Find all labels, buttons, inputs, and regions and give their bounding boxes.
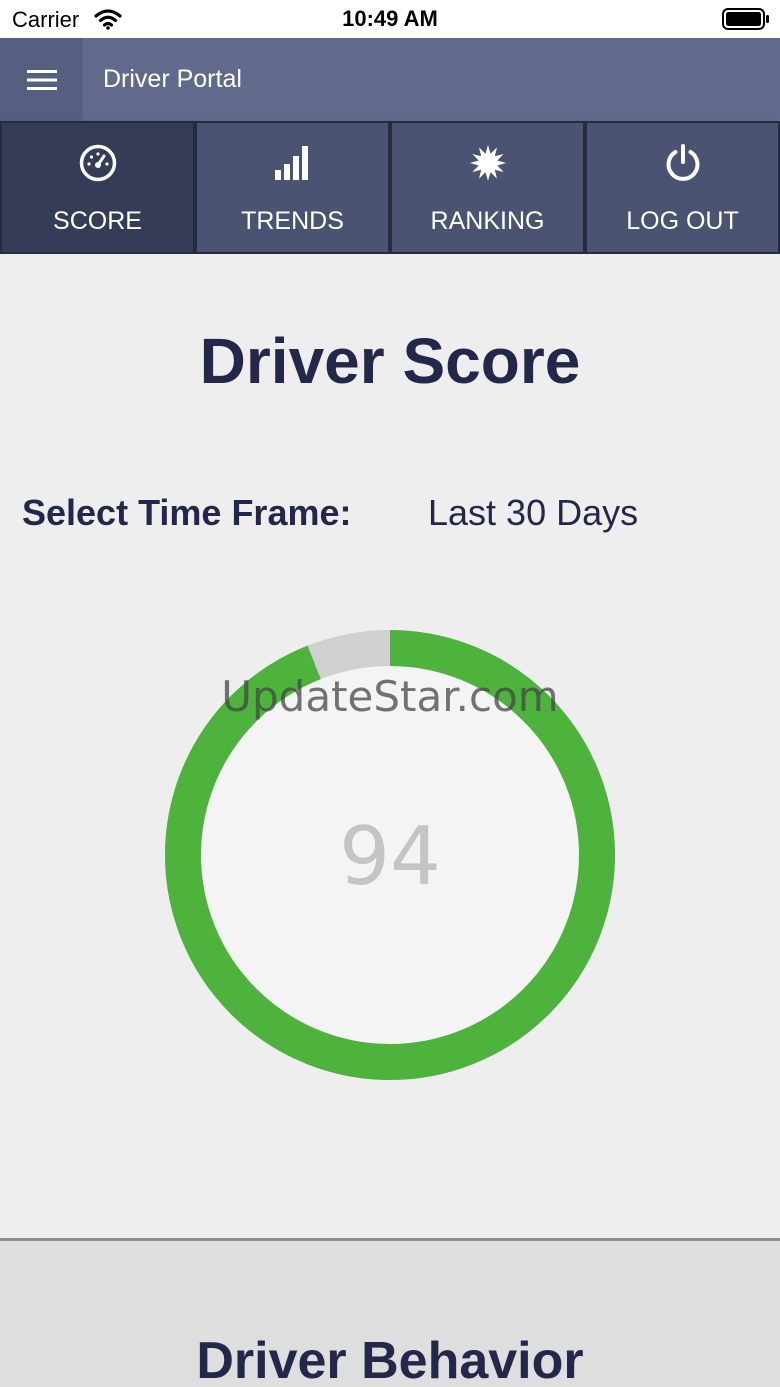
clock: 10:49 AM <box>342 6 438 31</box>
tab-trends[interactable]: TRENDS <box>197 123 388 252</box>
speedometer-icon <box>79 144 116 182</box>
hamburger-menu-icon <box>26 69 57 90</box>
score-gauge <box>165 630 615 1080</box>
badge-star-icon <box>469 145 506 181</box>
power-icon <box>666 144 699 181</box>
tab-bar: SCORE TRENDS RANKING LOG OUT <box>0 121 780 254</box>
battery-icon <box>722 8 769 30</box>
tab-score[interactable]: SCORE <box>2 123 193 252</box>
driver-behavior-section: Driver Behavior <box>0 1241 780 1387</box>
score-value: 94 <box>339 810 441 903</box>
watermark: UpdateStar.com <box>221 672 559 721</box>
status-bar: Carrier 10:49 AM <box>0 0 780 38</box>
tab-ranking-label: RANKING <box>430 207 545 235</box>
tab-trends-label: TRENDS <box>241 207 344 235</box>
score-panel: Driver Score Select Time Frame: Last 30 … <box>0 254 780 1239</box>
driver-behavior-title: Driver Behavior <box>196 1332 584 1387</box>
tab-logout-label: LOG OUT <box>626 207 739 235</box>
signal-bars-icon <box>274 146 308 180</box>
tab-score-label: SCORE <box>53 207 142 235</box>
menu-button[interactable] <box>0 38 83 121</box>
app-title: Driver Portal <box>103 65 242 93</box>
app-bar: Driver Portal <box>0 38 780 121</box>
tab-ranking[interactable]: RANKING <box>392 123 583 252</box>
tab-logout[interactable]: LOG OUT <box>587 123 778 252</box>
